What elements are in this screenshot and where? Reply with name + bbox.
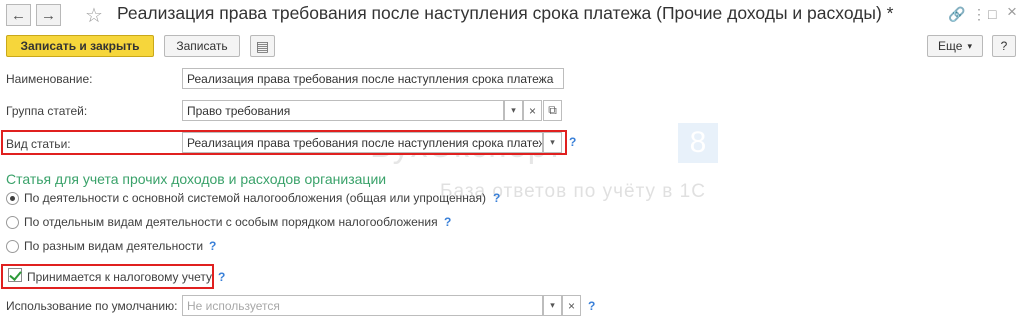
group-dropdown-button[interactable]: ▾: [504, 100, 523, 121]
tax-highlight-box: [1, 264, 214, 289]
open-window-icon: ⧉: [548, 103, 557, 117]
window-title: Реализация права требования после наступ…: [117, 3, 894, 23]
forward-button[interactable]: →: [36, 4, 61, 26]
type-help-icon[interactable]: ?: [569, 135, 576, 149]
document-list-icon: ▤: [255, 37, 270, 54]
radio-option-special[interactable]: [6, 216, 19, 229]
arrow-left-icon: ←: [11, 6, 26, 24]
group-input[interactable]: Право требования: [182, 100, 504, 121]
more-button[interactable]: Еще ▾: [927, 35, 983, 57]
radio-label-main: По деятельности с основной системой нало…: [24, 191, 487, 205]
name-label: Наименование:: [6, 72, 93, 86]
clear-icon: ×: [528, 103, 536, 118]
default-clear-button[interactable]: ×: [562, 295, 581, 316]
clear-icon: ×: [567, 298, 575, 313]
help-button[interactable]: ?: [992, 35, 1016, 57]
link-icon[interactable]: 🔗: [948, 6, 965, 23]
group-label: Группа статей:: [6, 104, 88, 118]
maximize-icon[interactable]: □: [988, 6, 996, 22]
default-dropdown-button[interactable]: ▾: [543, 295, 562, 316]
favorite-star-icon[interactable]: ☆: [85, 3, 103, 28]
watermark-logo: 8: [678, 123, 718, 163]
chevron-down-icon: ▾: [511, 105, 516, 115]
tax-help-icon[interactable]: ?: [218, 270, 225, 284]
kebab-menu-icon[interactable]: ⋮: [972, 6, 986, 23]
save-and-close-button[interactable]: Записать и закрыть: [6, 35, 154, 57]
radio-option-main[interactable]: [6, 192, 19, 205]
group-open-button[interactable]: ⧉: [543, 100, 562, 121]
default-help-icon[interactable]: ?: [588, 299, 595, 313]
group-clear-button[interactable]: ×: [523, 100, 542, 121]
type-highlight-box: [1, 130, 567, 155]
save-button[interactable]: Записать: [164, 35, 240, 57]
close-icon[interactable]: ×: [1007, 2, 1017, 22]
section-title: Статья для учета прочих доходов и расход…: [6, 171, 387, 187]
radio-various-help-icon[interactable]: ?: [209, 239, 216, 253]
radio-special-help-icon[interactable]: ?: [444, 215, 451, 229]
default-usage-label: Использование по умолчанию:: [6, 299, 178, 313]
radio-label-various: По разным видам деятельности: [24, 239, 204, 253]
radio-label-special: По отдельным видам деятельности с особым…: [24, 215, 438, 229]
back-button[interactable]: ←: [6, 4, 31, 26]
chevron-down-icon: ▾: [967, 40, 972, 51]
radio-option-various[interactable]: [6, 240, 19, 253]
radio-main-help-icon[interactable]: ?: [493, 191, 500, 205]
arrow-right-icon: →: [41, 6, 56, 24]
more-label: Еще: [938, 39, 963, 53]
default-usage-input[interactable]: Не используется: [182, 295, 543, 316]
name-input[interactable]: Реализация права требования после наступ…: [182, 68, 564, 89]
list-view-button[interactable]: ▤: [250, 35, 275, 57]
chevron-down-icon: ▾: [550, 300, 555, 310]
